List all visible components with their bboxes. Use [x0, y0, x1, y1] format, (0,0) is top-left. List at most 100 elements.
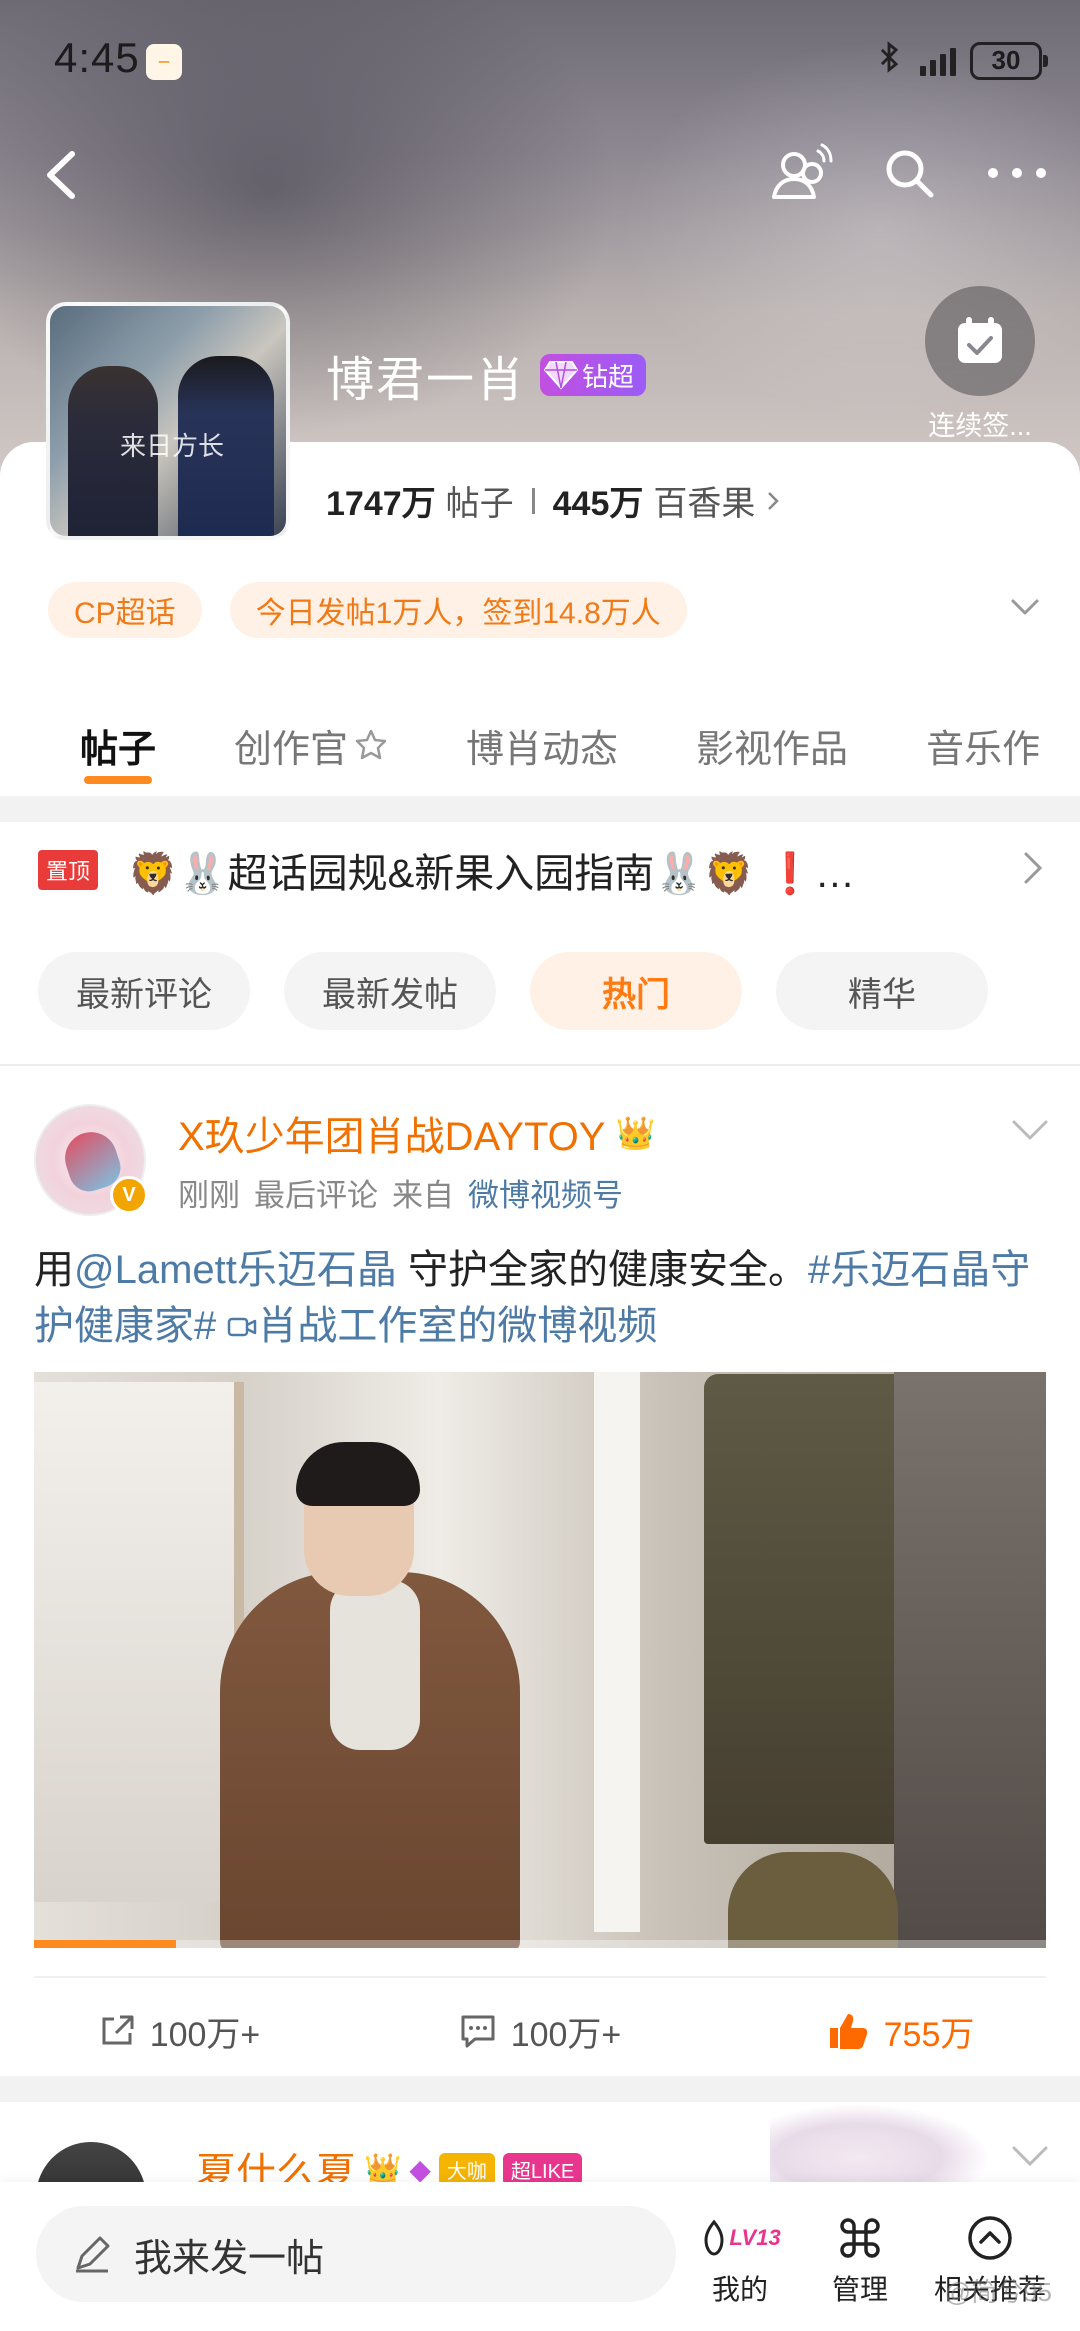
tab-films[interactable]: 影视作品	[618, 700, 848, 790]
crown-icon: 👑	[364, 2152, 402, 2183]
filter-essence[interactable]: 精华	[776, 952, 988, 1030]
diamond-icon	[544, 361, 579, 390]
creator-star-icon	[355, 729, 387, 760]
status-time: 4:45	[54, 34, 140, 81]
chevron-down-icon[interactable]	[1008, 590, 1042, 629]
post-body-prefix: 用	[34, 1248, 74, 1292]
share-button[interactable]: 100万+	[0, 1996, 360, 2066]
video-door-frame	[594, 1372, 640, 1932]
post-mention[interactable]: @Lamett乐迈石晶	[74, 1248, 397, 1292]
signal-icon	[920, 46, 956, 76]
video-hanging-coat	[894, 1372, 1046, 1948]
watermark: @简兮95	[944, 2277, 1052, 2307]
tab-active-indicator	[84, 776, 152, 784]
manage-label: 管理	[831, 2274, 888, 2305]
command-icon	[800, 2208, 920, 2268]
stats-divider	[531, 487, 535, 514]
chevron-up-circle-icon	[920, 2208, 1060, 2268]
post-username[interactable]: 夏什么夏	[196, 2140, 356, 2182]
tab-creator[interactable]: 创作官	[156, 700, 388, 790]
divider	[34, 1976, 1046, 1978]
feed-post: 夏什么夏 👑 ◆ 大咖 超LIKE	[0, 2102, 1080, 2182]
topic-title-row: 博君一肖 钻超	[326, 340, 647, 410]
search-icon[interactable]	[876, 138, 942, 208]
pinned-tag: 置顶	[38, 850, 99, 890]
post-last-comment: 最后评论	[254, 1178, 378, 1213]
verified-badge-icon: V	[110, 1176, 148, 1214]
video-link-label: 肖战工作室的微博视频	[257, 1304, 658, 1348]
badge-superlike: 超LIKE	[502, 2152, 583, 2182]
people-chat-icon[interactable]	[768, 138, 834, 208]
bluetooth-icon	[872, 40, 906, 81]
post-username-row: X玖少年团肖战DAYTOY 👑	[178, 1104, 655, 1162]
video-person-shirt	[330, 1580, 420, 1750]
post-source[interactable]: 微博视频号	[468, 1170, 623, 1215]
rabbit-decoration	[770, 2104, 990, 2182]
topic-cover-image[interactable]: 来日方长	[46, 302, 290, 540]
share-icon	[102, 2015, 134, 2045]
sort-filters: 最新评论 最新发帖 热门 精华	[38, 952, 988, 1030]
post-meta: 刚刚 最后评论 来自 微博视频号	[178, 1170, 623, 1215]
manage-button[interactable]: 管理	[800, 2208, 920, 2308]
thumbs-up-icon	[829, 2014, 867, 2049]
chevron-down-icon[interactable]	[1010, 1118, 1050, 1147]
checkin-label: 连续签...	[928, 411, 1032, 441]
my-button[interactable]: LV13 我的	[680, 2208, 800, 2308]
checkin-button[interactable]: 连续签...	[916, 286, 1044, 443]
diamond-super-badge[interactable]: 钻超	[540, 354, 647, 396]
posts-label: 帖子	[445, 485, 514, 523]
tab-label: 创作官	[234, 728, 349, 771]
video-progress-bar	[34, 1940, 1046, 1948]
nav-actions	[768, 138, 1050, 208]
video-hanging-jacket	[704, 1374, 914, 1844]
post-body: 用@Lamett乐迈石晶 守护全家的健康安全。#乐迈石晶守护健康家# 肖战工作室…	[34, 1242, 1044, 1354]
compose-input[interactable]: 我来发一帖	[36, 2206, 676, 2302]
filter-hot[interactable]: 热门	[530, 952, 742, 1030]
pencil-icon	[76, 2236, 110, 2273]
pinned-text: 🦁🐰超话园规&新果入园指南🐰🦁 ❗…	[128, 852, 855, 896]
comment-icon	[461, 2015, 495, 2048]
diamond-icon: ◆	[409, 2153, 431, 2183]
share-count: 100万+	[149, 2015, 261, 2054]
crown-icon: 👑	[615, 1115, 656, 1151]
posts-count: 1747万	[326, 485, 436, 523]
like-button[interactable]: 755万	[720, 1996, 1080, 2066]
video-bag	[728, 1852, 898, 1948]
tab-music[interactable]: 音乐作	[848, 700, 1040, 790]
video-progress-fill	[34, 1940, 176, 1948]
badge-dakka: 大咖	[438, 2152, 495, 2182]
video-person-hair	[296, 1442, 420, 1506]
topic-name: 博君一肖	[326, 354, 527, 407]
avatar[interactable]	[36, 2142, 146, 2182]
post-actions: 100万+ 100万+ 755万	[0, 1996, 1080, 2066]
chevron-down-icon[interactable]	[1010, 2144, 1050, 2173]
video-door	[34, 1382, 244, 1902]
section-divider	[0, 796, 1080, 822]
filter-latest-post[interactable]: 最新发帖	[284, 952, 496, 1030]
chip-cp-topic[interactable]: CP超话	[48, 582, 202, 638]
back-arrow-icon[interactable]	[32, 140, 92, 210]
chip-daily-stats[interactable]: 今日发帖1万人，签到14.8万人	[229, 582, 687, 638]
filter-latest-comment[interactable]: 最新评论	[38, 952, 250, 1030]
bottom-bar: 我来发一帖 LV13 我的 管理 相关推荐	[0, 2182, 1080, 2331]
post-time: 刚刚	[178, 1178, 240, 1213]
post-body-mid: 守护全家的健康安全。	[396, 1248, 809, 1292]
video-link[interactable]: 肖战工作室的微博视频	[227, 1304, 657, 1348]
post-video[interactable]	[34, 1372, 1046, 1948]
tab-dynamics[interactable]: 博肖动态	[388, 700, 618, 790]
tab-label: 博肖动态	[466, 728, 619, 771]
fans-count: 445万	[552, 485, 644, 523]
video-camera-icon	[228, 1317, 257, 1337]
battery-icon: 30	[970, 41, 1048, 80]
like-count: 755万	[883, 2015, 975, 2054]
tab-label: 音乐作	[926, 728, 1041, 771]
comment-button[interactable]: 100万+	[360, 1996, 720, 2066]
calendar-check-icon	[925, 286, 1035, 396]
chevron-right-icon	[1022, 850, 1044, 891]
post-username[interactable]: X玖少年团肖战DAYTOY	[178, 1104, 605, 1162]
more-icon[interactable]	[984, 138, 1050, 208]
fans-label[interactable]: 百香果	[653, 476, 755, 525]
pinned-post-row[interactable]: 置顶 🦁🐰超话园规&新果入园指南🐰🦁 ❗…	[0, 822, 1080, 918]
section-divider	[0, 2076, 1080, 2102]
top-nav	[0, 130, 1080, 220]
